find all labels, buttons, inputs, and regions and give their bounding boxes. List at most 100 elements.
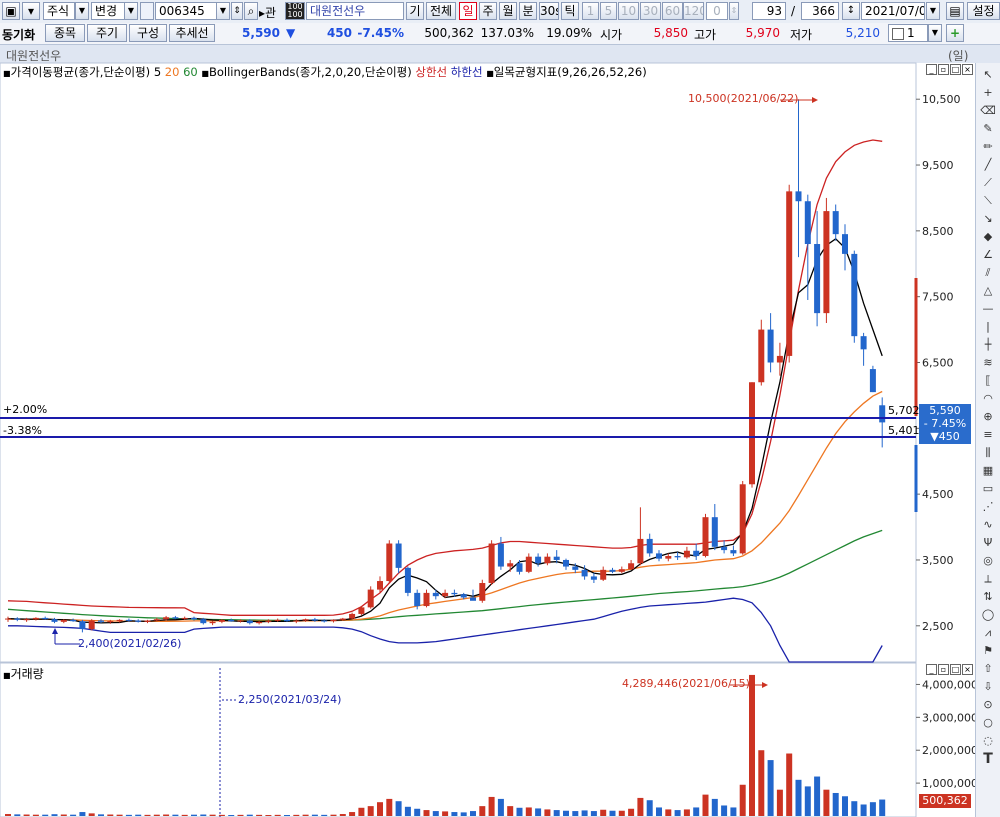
panel-restore-icon[interactable]: ▫ xyxy=(938,64,949,75)
tab-config[interactable]: 구성 xyxy=(129,24,167,42)
arrow-up-icon[interactable]: ⇧ xyxy=(979,661,997,677)
trendline-icon[interactable]: ╱ xyxy=(979,157,997,173)
ratio-icon[interactable]: ⇅ xyxy=(979,589,997,605)
tab-minute[interactable]: 분 xyxy=(519,2,537,20)
channel-icon[interactable]: ⫽ xyxy=(979,265,997,281)
cursor-icon[interactable]: ↖ xyxy=(979,67,997,83)
tab-item[interactable]: 종목 xyxy=(45,24,85,42)
vol-panel-close-icon[interactable]: × xyxy=(962,664,973,675)
arrow-line-icon[interactable]: ↘ xyxy=(979,211,997,227)
wave-icon[interactable]: ∿ xyxy=(979,517,997,533)
horizontal-line-icon[interactable]: — xyxy=(979,301,997,317)
target-icon[interactable]: ⊙ xyxy=(979,697,997,713)
date-input[interactable]: 2021/07/02 xyxy=(861,2,925,20)
regression-icon[interactable]: ⟂ xyxy=(979,571,997,587)
time-zone-icon[interactable]: ⫼ xyxy=(979,445,997,461)
change-dropdown-icon[interactable]: ▼ xyxy=(124,2,138,20)
grid-icon[interactable]: ▦ xyxy=(979,463,997,479)
legend-ichimoku-label[interactable]: 일목균형지표(9,26,26,52,26) xyxy=(494,65,647,79)
tab-month[interactable]: 월 xyxy=(499,2,517,20)
window-menu-icon[interactable]: ▣ xyxy=(2,2,20,20)
bracket-icon[interactable]: ⟦ xyxy=(979,373,997,389)
market-dropdown-icon[interactable]: ▼ xyxy=(75,2,89,20)
legend-bb-label[interactable]: BollingerBands(종가,2,0,20,단순이평) xyxy=(209,65,412,79)
period-num-5[interactable]: 5 xyxy=(600,2,617,20)
flag-icon[interactable]: ⚑ xyxy=(979,643,997,659)
tab-trend[interactable]: 추세선 xyxy=(169,24,215,42)
offset-spin-icon[interactable]: ⇕ xyxy=(729,2,739,20)
count-dropdown-icon[interactable]: ▼ xyxy=(928,24,942,42)
pencil-icon[interactable]: ✏ xyxy=(979,139,997,155)
tab-period[interactable]: 주기 xyxy=(87,24,127,42)
save-layout-icon[interactable]: ▾ xyxy=(22,2,40,20)
change-select[interactable]: 변경 xyxy=(91,2,125,20)
search-icon[interactable]: ⌕ xyxy=(244,2,258,20)
vol-panel-minimize-icon[interactable]: _ xyxy=(926,664,937,675)
pen-icon[interactable]: ✎ xyxy=(979,121,997,137)
period-num-1[interactable]: 1 xyxy=(582,2,599,20)
vertical-line-icon[interactable]: | xyxy=(979,319,997,335)
zigzag-icon[interactable]: ⩘ xyxy=(979,625,997,641)
period-num-30[interactable]: 30 xyxy=(640,2,661,20)
ring-icon[interactable]: ○ xyxy=(979,715,997,731)
save-icon[interactable]: ▤ xyxy=(946,2,964,20)
date-dropdown-icon[interactable]: ▼ xyxy=(926,2,940,20)
tab-day[interactable]: 일 xyxy=(459,2,477,20)
angle-icon[interactable]: ∠ xyxy=(979,247,997,263)
cycle-icon[interactable]: ◎ xyxy=(979,553,997,569)
crosshair-icon[interactable]: + xyxy=(979,85,997,101)
arrow-down-icon[interactable]: ⇩ xyxy=(979,679,997,695)
period-num-10[interactable]: 10 xyxy=(618,2,639,20)
eraser-icon[interactable]: ⌫ xyxy=(979,103,997,119)
tab-30s[interactable]: 30s xyxy=(539,2,559,20)
extended-line-icon[interactable]: ⟍ xyxy=(979,193,997,209)
legend-ma-label[interactable]: 가격이동평균(종가,단순이평) xyxy=(11,65,151,79)
panel-maximize-icon[interactable]: □ xyxy=(950,64,961,75)
market-select[interactable]: 주식 xyxy=(43,2,75,20)
tab-tick[interactable]: 틱 xyxy=(561,2,579,20)
tab-week[interactable]: 주 xyxy=(479,2,497,20)
panel-close-icon[interactable]: × xyxy=(962,64,973,75)
stock-code-input[interactable]: 006345 xyxy=(155,2,217,20)
cross-line-icon[interactable]: ┼ xyxy=(979,337,997,353)
ellipse-icon[interactable]: ◯ xyxy=(979,607,997,623)
period-num-120[interactable]: 120 xyxy=(683,2,704,20)
panel-minimize-icon[interactable]: _ xyxy=(926,64,937,75)
arc-icon[interactable]: ◠ xyxy=(979,391,997,407)
text-tool-icon[interactable]: T xyxy=(979,751,997,767)
add-indicator-button[interactable]: + xyxy=(946,24,964,42)
candle-body xyxy=(302,619,309,621)
offset-input[interactable]: 0 xyxy=(706,2,728,20)
btn-gi[interactable]: 기 xyxy=(406,2,424,20)
settings-button[interactable]: 설정 xyxy=(967,2,1000,20)
triangle-icon[interactable]: △ xyxy=(979,283,997,299)
pitchfork-icon[interactable]: Ψ xyxy=(979,535,997,551)
gann-icon[interactable]: ⊕ xyxy=(979,409,997,425)
btn-all[interactable]: 전체 xyxy=(426,2,456,20)
fan-icon[interactable]: ⋰ xyxy=(979,499,997,515)
rectangle-icon[interactable]: ▭ xyxy=(979,481,997,497)
ray-icon[interactable]: ⟋ xyxy=(979,175,997,191)
ratio-100-icon[interactable]: 100 100 xyxy=(285,2,305,20)
zoom-toggle-icon[interactable]: ↕ xyxy=(842,2,860,20)
speed-line-icon[interactable]: ≡ xyxy=(979,427,997,443)
vol-panel-restore-icon[interactable]: ▫ xyxy=(938,664,949,675)
count-select[interactable]: 1 xyxy=(888,24,928,42)
volume-bar xyxy=(869,802,876,816)
period-num-60[interactable]: 60 xyxy=(662,2,683,20)
marker-icon[interactable]: ◆ xyxy=(979,229,997,245)
tab-linked[interactable]: 동기화 xyxy=(2,26,35,43)
fibonacci-icon[interactable]: ≋ xyxy=(979,355,997,371)
code-dropdown-icon[interactable]: ▼ xyxy=(216,2,230,20)
volume-panel-title[interactable]: ■거래량 xyxy=(3,665,44,682)
legend-handle-icon-2[interactable]: ■ xyxy=(201,69,209,78)
volume-bar xyxy=(544,809,551,816)
candle-body xyxy=(423,592,430,607)
interest-glyph[interactable]: ▸관 xyxy=(259,4,276,21)
bubble-icon[interactable]: ◌ xyxy=(979,733,997,749)
up-down-spin-icon[interactable]: ⇕ xyxy=(231,2,243,20)
legend-handle-icon[interactable]: ■ xyxy=(3,69,11,78)
page-current-input[interactable]: 93 xyxy=(752,2,786,20)
legend-handle-icon-3[interactable]: ■ xyxy=(486,69,494,78)
vol-panel-maximize-icon[interactable]: □ xyxy=(950,664,961,675)
